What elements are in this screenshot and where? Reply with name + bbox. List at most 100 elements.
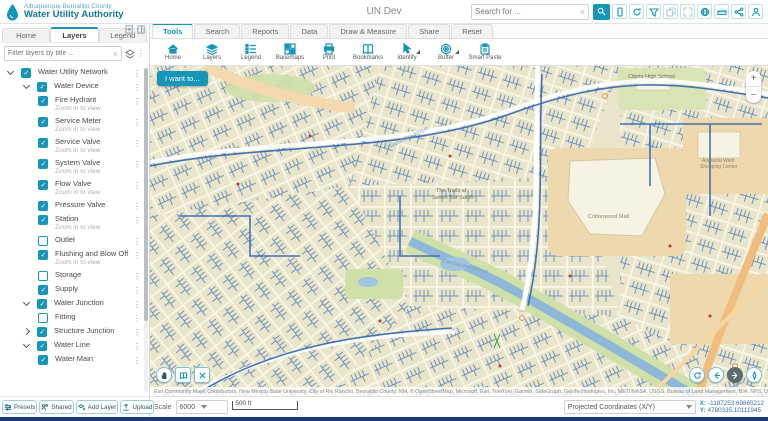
- layer-row[interactable]: Flow ValveZoom in to view: [0, 178, 149, 199]
- smart-paste-tool-button[interactable]: Smart Paste: [466, 43, 504, 61]
- add-layer-button[interactable]: Add Layer: [75, 400, 119, 414]
- kebab-icon[interactable]: [133, 69, 141, 78]
- presets-button[interactable]: Presets: [2, 400, 38, 414]
- layer-filter-input[interactable]: [8, 50, 111, 57]
- scale-select[interactable]: 6000: [175, 400, 228, 414]
- kebab-icon[interactable]: [133, 356, 141, 365]
- tab-data[interactable]: Data: [290, 24, 329, 38]
- checkbox[interactable]: [38, 215, 48, 225]
- layer-row[interactable]: Water Line: [0, 339, 149, 353]
- checkbox[interactable]: [37, 299, 47, 309]
- tab-draw-measure[interactable]: Draw & Measure: [329, 24, 408, 38]
- layer-row[interactable]: Fitting: [0, 311, 149, 325]
- layer-row[interactable]: Service ValveZoom in to view: [0, 136, 149, 157]
- compass-button[interactable]: [746, 367, 762, 383]
- layer-row[interactable]: Flushing and Blow OffZoom in to view: [0, 248, 149, 269]
- home-tool-button[interactable]: Home: [154, 43, 192, 61]
- print-tool-button[interactable]: Print: [310, 43, 348, 61]
- layer-row[interactable]: Supply: [0, 283, 149, 297]
- legend-tool-button[interactable]: Legend: [232, 43, 270, 61]
- checkbox[interactable]: [37, 341, 47, 351]
- checkbox[interactable]: [38, 201, 48, 211]
- chevron-down-icon[interactable]: [22, 298, 31, 307]
- checkbox[interactable]: [38, 96, 48, 106]
- coordinate-system-select[interactable]: Projected Coordinates (X/Y): [563, 400, 696, 414]
- zoom-in-button[interactable]: +: [746, 71, 761, 87]
- checkbox[interactable]: [38, 117, 48, 127]
- close-widget-button[interactable]: [194, 367, 210, 383]
- tab-home[interactable]: Home: [2, 28, 51, 42]
- expand-button[interactable]: [680, 4, 695, 19]
- copy-button[interactable]: [663, 4, 678, 19]
- shared-button[interactable]: Shared: [39, 400, 74, 414]
- tab-reset[interactable]: Reset: [451, 24, 493, 38]
- layer-row[interactable]: Service MeterZoom in to view: [0, 115, 149, 136]
- upload-button[interactable]: Upload: [120, 400, 155, 414]
- measure-button[interactable]: [714, 4, 729, 19]
- map-viewport[interactable]: Cibola High School Calabacillas Arroyo T…: [150, 66, 768, 396]
- chevron-down-icon[interactable]: [6, 67, 15, 76]
- kebab-icon[interactable]: [133, 139, 141, 148]
- clear-filter-icon[interactable]: ×: [113, 49, 118, 59]
- dock-panel-icon[interactable]: [137, 25, 146, 34]
- globe-button[interactable]: [697, 4, 712, 19]
- search-input[interactable]: [475, 7, 578, 16]
- bookmarks-map-button[interactable]: [175, 367, 191, 383]
- refresh-button[interactable]: [629, 4, 644, 19]
- default-extent-button[interactable]: [689, 367, 705, 383]
- kebab-icon[interactable]: [133, 251, 141, 260]
- share-link-button[interactable]: [731, 4, 746, 19]
- layer-row[interactable]: Water Junction: [0, 297, 149, 311]
- checkbox[interactable]: [38, 271, 48, 281]
- layer-row[interactable]: Storage: [0, 269, 149, 283]
- kebab-icon[interactable]: [133, 83, 141, 92]
- filter-options-kebab-icon[interactable]: [137, 49, 145, 58]
- layer-row[interactable]: Fire HydrantZoom in to view: [0, 94, 149, 115]
- zoom-out-button[interactable]: −: [746, 87, 761, 103]
- kebab-icon[interactable]: [133, 181, 141, 190]
- checkbox[interactable]: [21, 68, 31, 78]
- clear-search-icon[interactable]: ×: [580, 7, 585, 17]
- kebab-icon[interactable]: [133, 202, 141, 211]
- kebab-icon[interactable]: [133, 237, 141, 246]
- kebab-icon[interactable]: [133, 286, 141, 295]
- search-button[interactable]: [593, 3, 610, 20]
- checkbox[interactable]: [38, 159, 48, 169]
- previous-extent-button[interactable]: [708, 367, 724, 383]
- checkbox[interactable]: [38, 355, 48, 365]
- layer-row[interactable]: Pressure Valve: [0, 199, 149, 213]
- layer-row[interactable]: Water Device: [0, 80, 149, 94]
- pan-mode-button[interactable]: [156, 367, 172, 383]
- kebab-icon[interactable]: [133, 328, 141, 337]
- layer-row[interactable]: StationZoom in to view: [0, 213, 149, 234]
- layer-row[interactable]: System ValveZoom in to view: [0, 157, 149, 178]
- tree-scrollbar[interactable]: [144, 68, 148, 392]
- checkbox[interactable]: [38, 313, 48, 323]
- checkbox[interactable]: [38, 250, 48, 260]
- checkbox[interactable]: [37, 82, 47, 92]
- checkbox[interactable]: [37, 327, 47, 337]
- layer-row[interactable]: Water Utility Network: [0, 66, 149, 80]
- kebab-icon[interactable]: [133, 314, 141, 323]
- kebab-icon[interactable]: [133, 97, 141, 106]
- basemaps-tool-button[interactable]: Basemaps: [271, 43, 309, 61]
- checkbox[interactable]: [38, 180, 48, 190]
- chevron-down-icon[interactable]: [22, 81, 31, 90]
- tab-tools[interactable]: Tools: [152, 23, 194, 38]
- tab-share[interactable]: Share: [408, 24, 451, 38]
- layer-row[interactable]: Structure Junction: [0, 325, 149, 339]
- kebab-icon[interactable]: [133, 118, 141, 127]
- kebab-icon[interactable]: [133, 216, 141, 225]
- checkbox[interactable]: [38, 285, 48, 295]
- kebab-icon[interactable]: [133, 300, 141, 309]
- identify-tool-button[interactable]: Identify: [388, 43, 426, 61]
- bookmarks-tool-button[interactable]: Bookmarks: [349, 43, 387, 61]
- sign-in-button[interactable]: [748, 4, 763, 19]
- checkbox[interactable]: [38, 236, 48, 246]
- filter-button[interactable]: [646, 4, 661, 19]
- tab-layers[interactable]: Layers: [50, 27, 99, 42]
- i-want-to-button[interactable]: I want to...: [157, 71, 208, 86]
- layer-row[interactable]: Outlet: [0, 234, 149, 248]
- kebab-icon[interactable]: [133, 272, 141, 281]
- kebab-icon[interactable]: [133, 342, 141, 351]
